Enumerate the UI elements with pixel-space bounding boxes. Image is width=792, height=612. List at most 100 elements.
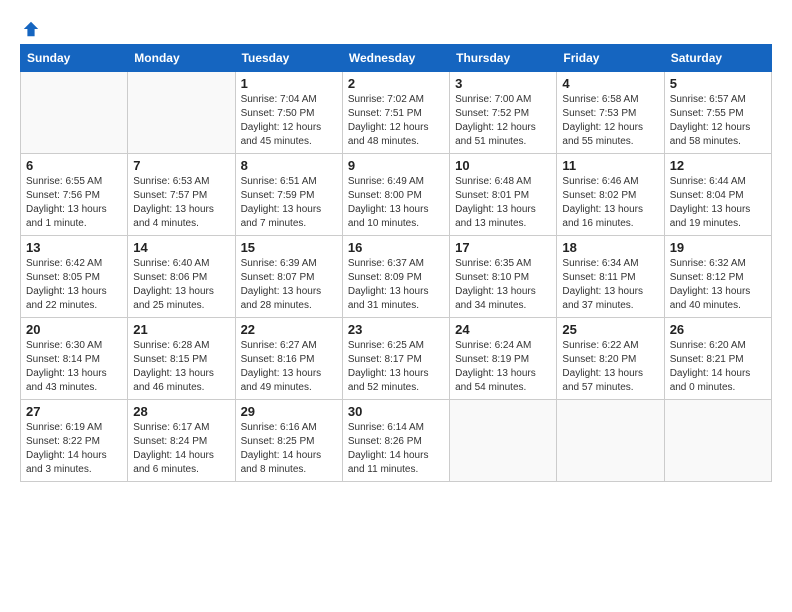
calendar-cell: 11 Sunrise: 6:46 AM Sunset: 8:02 PM Dayli… [557, 154, 664, 236]
day-info: Sunrise: 7:02 AM Sunset: 7:51 PM Dayligh… [348, 93, 444, 149]
day-info: Sunrise: 6:58 AM Sunset: 7:53 PM Dayligh… [562, 93, 658, 149]
calendar-cell [21, 72, 128, 154]
day-number: 14 [133, 240, 229, 255]
day-number: 18 [562, 240, 658, 255]
calendar-cell: 28 Sunrise: 6:17 AM Sunset: 8:24 PM Dayli… [128, 400, 235, 482]
calendar-cell: 15 Sunrise: 6:39 AM Sunset: 8:07 PM Dayli… [235, 236, 342, 318]
day-info: Sunrise: 6:49 AM Sunset: 8:00 PM Dayligh… [348, 175, 444, 231]
day-number: 19 [670, 240, 766, 255]
calendar-cell: 1 Sunrise: 7:04 AM Sunset: 7:50 PM Daylig… [235, 72, 342, 154]
calendar-cell: 3 Sunrise: 7:00 AM Sunset: 7:52 PM Daylig… [450, 72, 557, 154]
day-number: 20 [26, 322, 122, 337]
calendar-week-row: 20Sunrise: 6:30 AM Sunset: 8:14 PM Dayli… [21, 318, 772, 400]
day-info: Sunrise: 6:20 AM Sunset: 8:21 PM Dayligh… [670, 339, 766, 395]
calendar-week-row: 13 Sunrise: 6:42 AM Sunset: 8:05 PM Dayli… [21, 236, 772, 318]
day-number: 15 [241, 240, 337, 255]
day-info: Sunrise: 6:48 AM Sunset: 8:01 PM Dayligh… [455, 175, 551, 231]
calendar-cell [664, 400, 771, 482]
calendar-week-row: 1 Sunrise: 7:04 AM Sunset: 7:50 PM Daylig… [21, 72, 772, 154]
day-number: 11 [562, 158, 658, 173]
day-info: Sunrise: 6:25 AM Sunset: 8:17 PM Dayligh… [348, 339, 444, 395]
day-info: Sunrise: 6:40 AM Sunset: 8:06 PM Dayligh… [133, 257, 229, 313]
calendar-cell: 19 Sunrise: 6:32 AM Sunset: 8:12 PM Dayli… [664, 236, 771, 318]
day-info: Sunrise: 6:22 AM Sunset: 8:20 PM Dayligh… [562, 339, 658, 395]
day-info: Sunrise: 6:37 AM Sunset: 8:09 PM Dayligh… [348, 257, 444, 313]
calendar-cell: 12 Sunrise: 6:44 AM Sunset: 8:04 PM Dayli… [664, 154, 771, 236]
day-number: 21 [133, 322, 229, 337]
day-info: Sunrise: 6:39 AM Sunset: 8:07 PM Dayligh… [241, 257, 337, 313]
day-number: 30 [348, 404, 444, 419]
day-number: 25 [562, 322, 658, 337]
day-info: Sunrise: 6:46 AM Sunset: 8:02 PM Dayligh… [562, 175, 658, 231]
day-number: 28 [133, 404, 229, 419]
day-number: 27 [26, 404, 122, 419]
calendar-header-thursday: Thursday [450, 45, 557, 72]
calendar-header-tuesday: Tuesday [235, 45, 342, 72]
day-info: Sunrise: 6:14 AM Sunset: 8:26 PM Dayligh… [348, 421, 444, 477]
calendar-cell: 29Sunrise: 6:16 AM Sunset: 8:25 PM Dayli… [235, 400, 342, 482]
calendar-header-saturday: Saturday [664, 45, 771, 72]
day-number: 5 [670, 76, 766, 91]
day-info: Sunrise: 6:57 AM Sunset: 7:55 PM Dayligh… [670, 93, 766, 149]
day-info: Sunrise: 6:19 AM Sunset: 8:22 PM Dayligh… [26, 421, 122, 477]
day-number: 2 [348, 76, 444, 91]
calendar: SundayMondayTuesdayWednesdayThursdayFrid… [20, 44, 772, 482]
day-number: 22 [241, 322, 337, 337]
day-info: Sunrise: 6:53 AM Sunset: 7:57 PM Dayligh… [133, 175, 229, 231]
calendar-cell: 20Sunrise: 6:30 AM Sunset: 8:14 PM Dayli… [21, 318, 128, 400]
day-number: 7 [133, 158, 229, 173]
calendar-header-wednesday: Wednesday [342, 45, 449, 72]
calendar-cell: 9Sunrise: 6:49 AM Sunset: 8:00 PM Daylig… [342, 154, 449, 236]
day-info: Sunrise: 6:32 AM Sunset: 8:12 PM Dayligh… [670, 257, 766, 313]
header [20, 20, 772, 34]
day-info: Sunrise: 7:04 AM Sunset: 7:50 PM Dayligh… [241, 93, 337, 149]
calendar-cell: 4 Sunrise: 6:58 AM Sunset: 7:53 PM Daylig… [557, 72, 664, 154]
day-number: 4 [562, 76, 658, 91]
day-number: 1 [241, 76, 337, 91]
calendar-cell: 5 Sunrise: 6:57 AM Sunset: 7:55 PM Daylig… [664, 72, 771, 154]
calendar-cell: 27 Sunrise: 6:19 AM Sunset: 8:22 PM Dayli… [21, 400, 128, 482]
day-number: 6 [26, 158, 122, 173]
calendar-cell: 18Sunrise: 6:34 AM Sunset: 8:11 PM Dayli… [557, 236, 664, 318]
day-info: Sunrise: 6:28 AM Sunset: 8:15 PM Dayligh… [133, 339, 229, 395]
calendar-cell: 24 Sunrise: 6:24 AM Sunset: 8:19 PM Dayli… [450, 318, 557, 400]
page: SundayMondayTuesdayWednesdayThursdayFrid… [0, 0, 792, 492]
logo-icon [22, 20, 40, 38]
day-info: Sunrise: 6:44 AM Sunset: 8:04 PM Dayligh… [670, 175, 766, 231]
calendar-cell: 16 Sunrise: 6:37 AM Sunset: 8:09 PM Dayli… [342, 236, 449, 318]
day-number: 23 [348, 322, 444, 337]
logo [20, 20, 40, 34]
calendar-cell: 10 Sunrise: 6:48 AM Sunset: 8:01 PM Dayli… [450, 154, 557, 236]
day-info: Sunrise: 6:55 AM Sunset: 7:56 PM Dayligh… [26, 175, 122, 231]
day-number: 26 [670, 322, 766, 337]
day-info: Sunrise: 6:17 AM Sunset: 8:24 PM Dayligh… [133, 421, 229, 477]
calendar-cell [557, 400, 664, 482]
day-number: 12 [670, 158, 766, 173]
calendar-week-row: 27 Sunrise: 6:19 AM Sunset: 8:22 PM Dayli… [21, 400, 772, 482]
day-number: 24 [455, 322, 551, 337]
calendar-cell: 23 Sunrise: 6:25 AM Sunset: 8:17 PM Dayli… [342, 318, 449, 400]
calendar-cell: 17 Sunrise: 6:35 AM Sunset: 8:10 PM Dayli… [450, 236, 557, 318]
calendar-cell: 22 Sunrise: 6:27 AM Sunset: 8:16 PM Dayli… [235, 318, 342, 400]
day-info: Sunrise: 6:35 AM Sunset: 8:10 PM Dayligh… [455, 257, 551, 313]
day-number: 3 [455, 76, 551, 91]
day-info: Sunrise: 6:24 AM Sunset: 8:19 PM Dayligh… [455, 339, 551, 395]
day-info: Sunrise: 6:16 AM Sunset: 8:25 PM Dayligh… [241, 421, 337, 477]
day-info: Sunrise: 7:00 AM Sunset: 7:52 PM Dayligh… [455, 93, 551, 149]
day-number: 10 [455, 158, 551, 173]
calendar-cell [450, 400, 557, 482]
calendar-week-row: 6 Sunrise: 6:55 AM Sunset: 7:56 PM Daylig… [21, 154, 772, 236]
calendar-cell: 25 Sunrise: 6:22 AM Sunset: 8:20 PM Dayli… [557, 318, 664, 400]
calendar-cell: 21 Sunrise: 6:28 AM Sunset: 8:15 PM Dayli… [128, 318, 235, 400]
calendar-cell: 8Sunrise: 6:51 AM Sunset: 7:59 PM Daylig… [235, 154, 342, 236]
calendar-cell: 26 Sunrise: 6:20 AM Sunset: 8:21 PM Dayli… [664, 318, 771, 400]
calendar-cell: 30 Sunrise: 6:14 AM Sunset: 8:26 PM Dayli… [342, 400, 449, 482]
day-info: Sunrise: 6:27 AM Sunset: 8:16 PM Dayligh… [241, 339, 337, 395]
day-info: Sunrise: 6:42 AM Sunset: 8:05 PM Dayligh… [26, 257, 122, 313]
calendar-header-sunday: Sunday [21, 45, 128, 72]
day-number: 13 [26, 240, 122, 255]
day-number: 16 [348, 240, 444, 255]
calendar-header-monday: Monday [128, 45, 235, 72]
day-number: 8 [241, 158, 337, 173]
day-number: 17 [455, 240, 551, 255]
